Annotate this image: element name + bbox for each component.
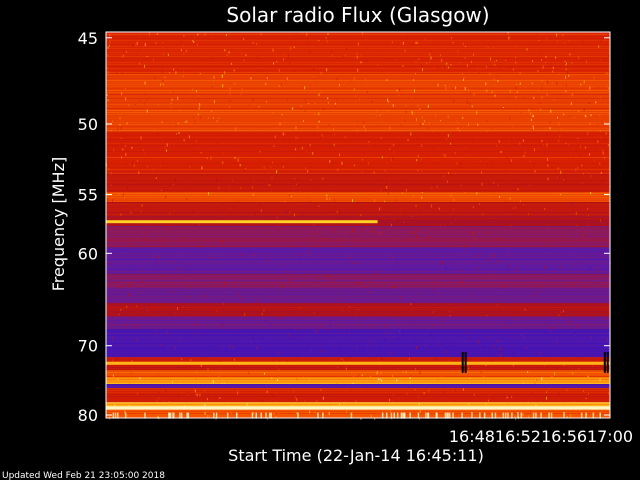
y-axis-label: Frequency [MHz] — [49, 157, 68, 291]
updated-footer: Updated Wed Feb 21 23:05:00 2018 — [2, 471, 165, 480]
x-tick-label: 16:52 — [495, 427, 541, 446]
chart-title: Solar radio Flux (Glasgow) — [226, 3, 489, 27]
y-tick-label: 60 — [78, 244, 98, 263]
data-gap — [461, 352, 464, 373]
x-tick-label: 16:48 — [449, 427, 495, 446]
y-tick-label: 80 — [78, 406, 98, 425]
frequency-band — [106, 74, 610, 135]
frequency-band — [106, 247, 611, 277]
y-tick-label: 55 — [78, 186, 98, 205]
x-tick-label: 16:56 — [541, 427, 587, 446]
bright-band-79mhz — [106, 406, 610, 410]
spectrogram-chart: 45 50 55 60 70 80 16:48 16:52 16:56 17:00 Solar … — [0, 0, 640, 480]
plot-area — [106, 32, 611, 420]
y-tick-label: 45 — [78, 29, 98, 48]
interference-line-57mhz — [106, 220, 378, 224]
frequency-band — [106, 288, 610, 305]
y-tick-label: 70 — [78, 337, 98, 356]
data-gap — [606, 352, 609, 373]
x-tick-label: 17:00 — [587, 427, 633, 446]
frequency-band — [106, 329, 610, 360]
data-gap — [464, 352, 467, 373]
frequency-band — [106, 131, 610, 177]
interference-line-72mhz — [106, 361, 610, 365]
frequency-band — [106, 316, 610, 332]
x-axis-label: Start Time (22-Jan-14 16:45:11) — [228, 446, 484, 465]
y-tick-label: 50 — [78, 115, 98, 134]
frequency-band — [106, 226, 610, 250]
frequency-band — [106, 32, 610, 78]
data-gap — [603, 352, 606, 373]
